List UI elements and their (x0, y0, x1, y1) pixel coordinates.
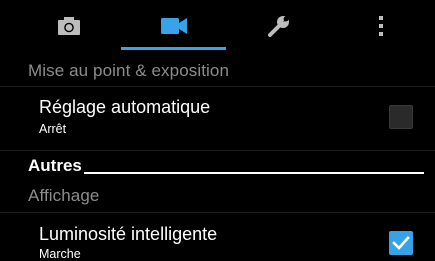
tab-video[interactable] (121, 0, 226, 52)
pref-title-auto-setting: Réglage automatique (39, 97, 211, 117)
checkmark-icon (392, 236, 410, 250)
tab-settings[interactable] (226, 0, 331, 52)
more-vertical-icon (379, 16, 383, 36)
pref-title-smart-brightness: Luminosité intelligente (39, 224, 218, 244)
tab-photo[interactable] (16, 0, 121, 52)
active-tab-indicator (121, 47, 226, 50)
camera-icon (57, 17, 80, 35)
auto-setting-checkbox[interactable] (389, 105, 413, 129)
video-camera-icon (160, 18, 187, 34)
tab-bar (0, 0, 435, 52)
wrench-icon (267, 15, 290, 37)
divider (0, 150, 435, 151)
section-header-display: Affichage (28, 186, 100, 205)
tab-more[interactable] (331, 0, 431, 52)
category-title-others: Autres (28, 156, 82, 175)
pref-row-smart-brightness[interactable]: Luminosité intelligente Marche (0, 213, 435, 261)
category-underline (84, 172, 424, 174)
pref-summary-smart-brightness: Marche (39, 247, 81, 261)
section-header-focus-exposure: Mise au point & exposition (28, 61, 230, 80)
pref-row-auto-setting[interactable]: Réglage automatique Arrêt (0, 87, 435, 149)
smart-brightness-checkbox[interactable] (389, 231, 413, 255)
pref-summary-auto-setting: Arrêt (39, 122, 67, 136)
